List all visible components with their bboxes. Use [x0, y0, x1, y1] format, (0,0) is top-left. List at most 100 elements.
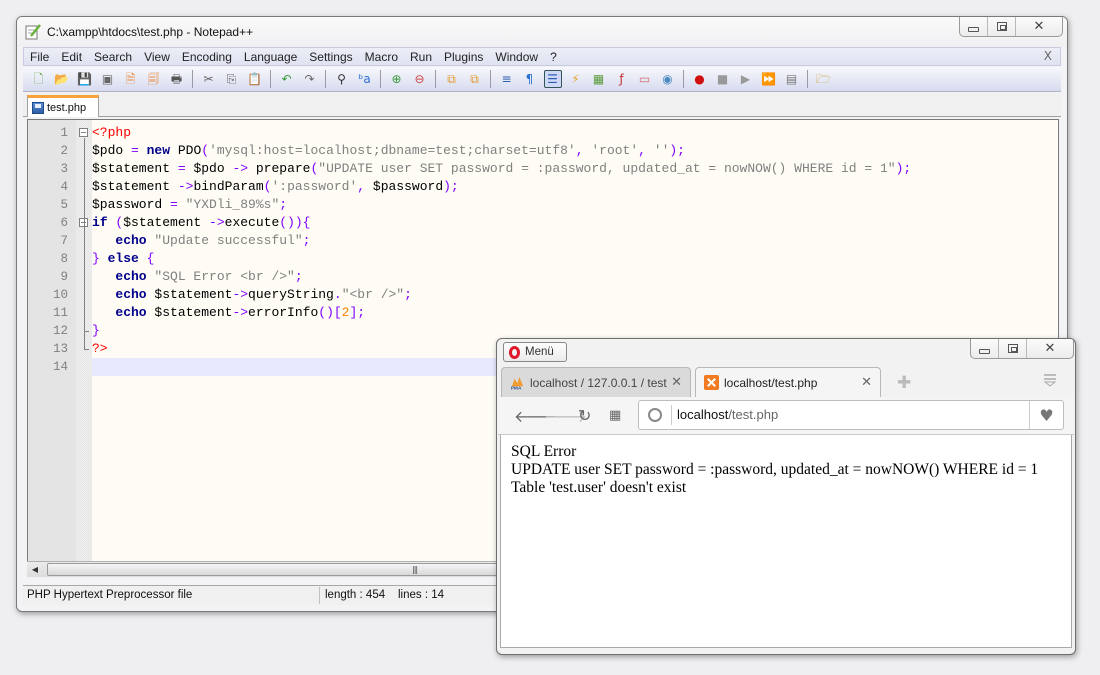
code-line[interactable]: $pdo = new PDO('mysql:host=localhost;dbn…: [92, 142, 1058, 160]
function-list-icon[interactable]: ƒ: [613, 70, 631, 88]
code-token: =: [131, 143, 147, 158]
word-wrap-icon[interactable]: ≡: [498, 70, 516, 88]
close-all-icon[interactable]: 🗐: [145, 70, 163, 88]
code-line[interactable]: echo "Update successful";: [92, 232, 1058, 250]
record-macro-icon[interactable]: ●: [691, 70, 709, 88]
browser-tab-strip: PMA localhost / 127.0.0.1 / test ✕ local…: [501, 367, 1071, 397]
menu-language[interactable]: Language: [238, 50, 303, 64]
browser-close-button[interactable]: ✕: [1027, 339, 1073, 358]
sync-horizontal-icon[interactable]: ⧉: [466, 70, 484, 88]
menu-macro[interactable]: Macro: [359, 50, 404, 64]
menu-search[interactable]: Search: [88, 50, 138, 64]
browser-tab-phpmyadmin[interactable]: PMA localhost / 127.0.0.1 / test ✕: [501, 367, 691, 397]
fold-toggle-icon[interactable]: [79, 128, 88, 137]
play-macro-icon[interactable]: ▶: [737, 70, 755, 88]
menu-edit[interactable]: Edit: [55, 50, 88, 64]
svg-text:PMA: PMA: [511, 386, 522, 390]
browser-minimize-button[interactable]: [971, 339, 999, 358]
code-line[interactable]: $password = "YXDli_89%s";: [92, 196, 1058, 214]
page-line-sql-error: SQL Error: [511, 443, 577, 460]
code-line[interactable]: $statement ->bindParam(':password', $pas…: [92, 178, 1058, 196]
scroll-left-arrow-icon[interactable]: ◀: [27, 562, 43, 577]
menu-settings[interactable]: Settings: [303, 50, 358, 64]
stop-macro-icon[interactable]: ■: [714, 70, 732, 88]
monitoring-icon[interactable]: ◉: [659, 70, 677, 88]
paste-icon[interactable]: 📋: [246, 70, 264, 88]
close-button[interactable]: ✕: [1016, 17, 1062, 36]
close-document-icon[interactable]: X: [1044, 49, 1052, 63]
menu-help[interactable]: ?: [544, 50, 563, 64]
line-number: 6: [60, 216, 68, 230]
code-line[interactable]: echo "SQL Error <br />";: [92, 268, 1058, 286]
code-token: $statement: [92, 179, 178, 194]
url-text[interactable]: localhost/test.php: [677, 407, 778, 422]
redo-icon[interactable]: ↷: [301, 70, 319, 88]
code-line[interactable]: $statement = $pdo -> prepare("UPDATE use…: [92, 160, 1058, 178]
replace-icon[interactable]: ᵇa: [356, 70, 374, 88]
bookmark-heart-icon[interactable]: ♥: [1029, 401, 1063, 429]
copy-icon[interactable]: ⎘: [223, 70, 241, 88]
tab-test-php[interactable]: test.php: [27, 95, 99, 117]
maximize-button[interactable]: [988, 17, 1016, 36]
code-line[interactable]: echo $statement->errorInfo()[2];: [92, 304, 1058, 322]
xampp-favicon-icon: [704, 375, 719, 390]
minimize-icon: [979, 348, 990, 354]
code-line[interactable]: <?php: [92, 124, 1058, 142]
code-token: =: [177, 161, 194, 176]
menu-label: Menü: [525, 346, 554, 358]
speed-dial-icon[interactable]: ▦: [609, 408, 621, 423]
code-token: );: [669, 143, 685, 158]
find-icon[interactable]: ⚲: [333, 70, 351, 88]
browser-tab-test-php[interactable]: localhost/test.php ✕: [695, 367, 881, 397]
code-token: }: [92, 323, 100, 338]
save-all-icon[interactable]: ▣: [99, 70, 117, 88]
code-line[interactable]: echo $statement->queryString."<br />";: [92, 286, 1058, 304]
code-line[interactable]: } else {: [92, 250, 1058, 268]
close-icon: ✕: [1044, 341, 1056, 356]
tab-close-icon[interactable]: ✕: [861, 374, 872, 390]
line-number: 3: [60, 162, 68, 176]
sync-vertical-icon[interactable]: ⧉: [443, 70, 461, 88]
saved-file-icon: [32, 101, 44, 114]
undo-icon[interactable]: ↶: [278, 70, 296, 88]
save-macro-icon[interactable]: ▤: [783, 70, 801, 88]
browser-maximize-button[interactable]: [999, 339, 1027, 358]
address-bar[interactable]: localhost/test.php ♥: [638, 400, 1064, 430]
close-file-icon[interactable]: 🗎: [122, 70, 140, 88]
menu-encoding[interactable]: Encoding: [176, 50, 238, 64]
save-icon[interactable]: 💾: [76, 70, 94, 88]
code-line[interactable]: if ($statement ->execute()){: [92, 214, 1058, 232]
zoom-out-icon[interactable]: ⊖: [411, 70, 429, 88]
print-icon[interactable]: 🖶: [168, 70, 186, 88]
document-map-icon[interactable]: ▦: [590, 70, 608, 88]
new-file-icon[interactable]: 🗋: [30, 70, 48, 88]
zoom-in-icon[interactable]: ⊕: [388, 70, 406, 88]
menu-window[interactable]: Window: [489, 50, 544, 64]
opera-menu-button[interactable]: Menü: [503, 342, 567, 362]
code-token: "<br />": [341, 287, 405, 302]
line-number: 11: [52, 306, 68, 320]
code-token: ;: [302, 233, 311, 248]
run-macro-multiple-icon[interactable]: ⏩: [760, 70, 778, 88]
status-lines: lines : 14: [398, 589, 445, 601]
new-tab-icon[interactable]: ✚: [897, 373, 911, 393]
line-number-gutter: 1 2 3 4 5 6 7 8 9 10 11 12 13 14: [28, 120, 76, 576]
code-token: echo: [115, 287, 155, 302]
indent-guide-icon[interactable]: ☰: [543, 70, 562, 88]
user-language-icon[interactable]: ⚡: [567, 70, 585, 88]
reload-icon[interactable]: ↻: [578, 406, 591, 425]
menu-plugins[interactable]: Plugins: [438, 50, 489, 64]
tab-close-icon[interactable]: ✕: [671, 374, 682, 390]
open-file-icon[interactable]: 📂: [53, 70, 71, 88]
show-all-chars-icon[interactable]: ¶: [521, 70, 539, 88]
menu-file[interactable]: File: [24, 50, 55, 64]
tab-menu-icon[interactable]: [1043, 373, 1057, 387]
minimize-button[interactable]: [960, 17, 988, 36]
menu-run[interactable]: Run: [404, 50, 438, 64]
folder-workspace-icon[interactable]: ▭: [636, 70, 654, 88]
code-token: 'root': [591, 143, 639, 158]
launch-browser-icon[interactable]: 🗁: [815, 70, 833, 88]
menu-view[interactable]: View: [138, 50, 176, 64]
cut-icon[interactable]: ✂: [200, 70, 218, 88]
code-token: );: [443, 179, 459, 194]
